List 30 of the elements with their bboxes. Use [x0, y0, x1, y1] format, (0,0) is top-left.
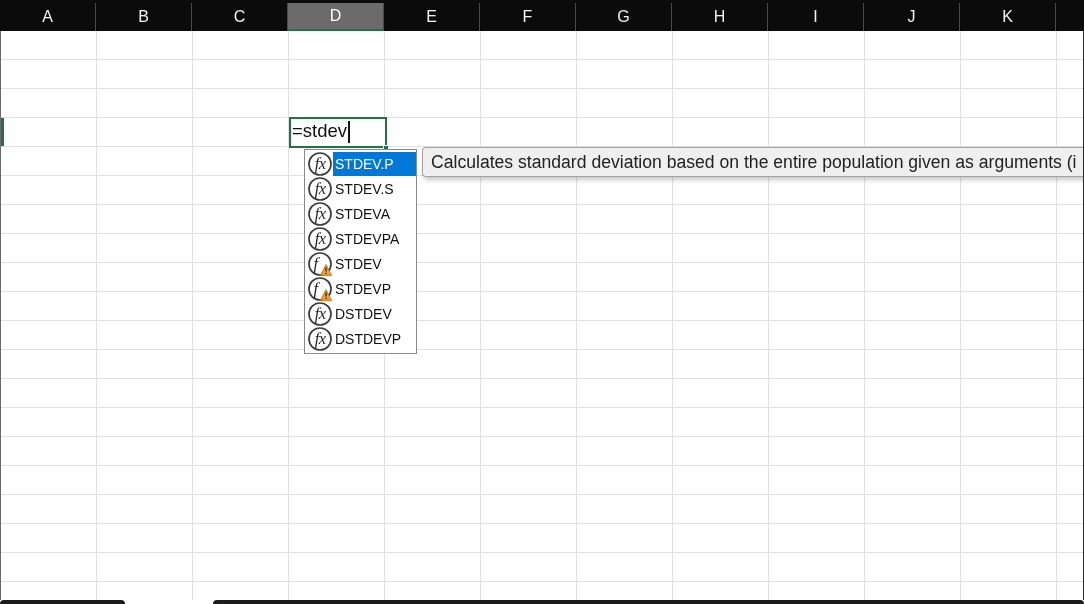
column-header[interactable]: H [672, 3, 768, 31]
spreadsheet-grid[interactable]: =stdev fx STDEV.P fx STDEV.S fx STDEVA fx STDEVPA f STDEV f STDEVP fx DSTDEV fx DSTDEVP Calculates standard deviation based on the entire population given as arguments (i [0, 31, 1084, 600]
function-icon: fx [308, 151, 332, 176]
function-tooltip: Calculates standard deviation based on the entire population given as arguments (i [422, 147, 1083, 177]
active-cell-editor[interactable]: =stdev [289, 117, 387, 148]
function-option[interactable]: STDEVP [333, 276, 416, 301]
function-icon: fx [308, 301, 332, 326]
function-icon: fx [308, 326, 332, 351]
function-icon: fx [308, 226, 332, 251]
function-icon: fx [308, 176, 332, 201]
column-header[interactable]: A [0, 3, 96, 31]
function-option[interactable]: STDEV.S [333, 176, 416, 201]
function-warning-icon: f [308, 251, 332, 276]
column-header[interactable]: J [864, 3, 960, 31]
column-header[interactable]: B [96, 3, 192, 31]
function-option[interactable]: DSTDEVP [333, 326, 416, 351]
text-cursor [348, 121, 350, 144]
column-header[interactable]: I [768, 3, 864, 31]
column-header[interactable]: K [960, 3, 1056, 31]
function-warning-icon: f [308, 276, 332, 301]
column-header[interactable]: D [288, 3, 384, 31]
function-option[interactable]: STDEVA [333, 201, 416, 226]
column-header[interactable]: G [576, 3, 672, 31]
function-option[interactable]: STDEV.P [333, 151, 416, 176]
function-option[interactable]: STDEVPA [333, 226, 416, 251]
function-icon: fx [308, 201, 332, 226]
function-option[interactable]: STDEV [333, 251, 416, 276]
function-option[interactable]: DSTDEV [333, 301, 416, 326]
column-header[interactable]: E [384, 3, 480, 31]
column-header[interactable]: F [480, 3, 576, 31]
